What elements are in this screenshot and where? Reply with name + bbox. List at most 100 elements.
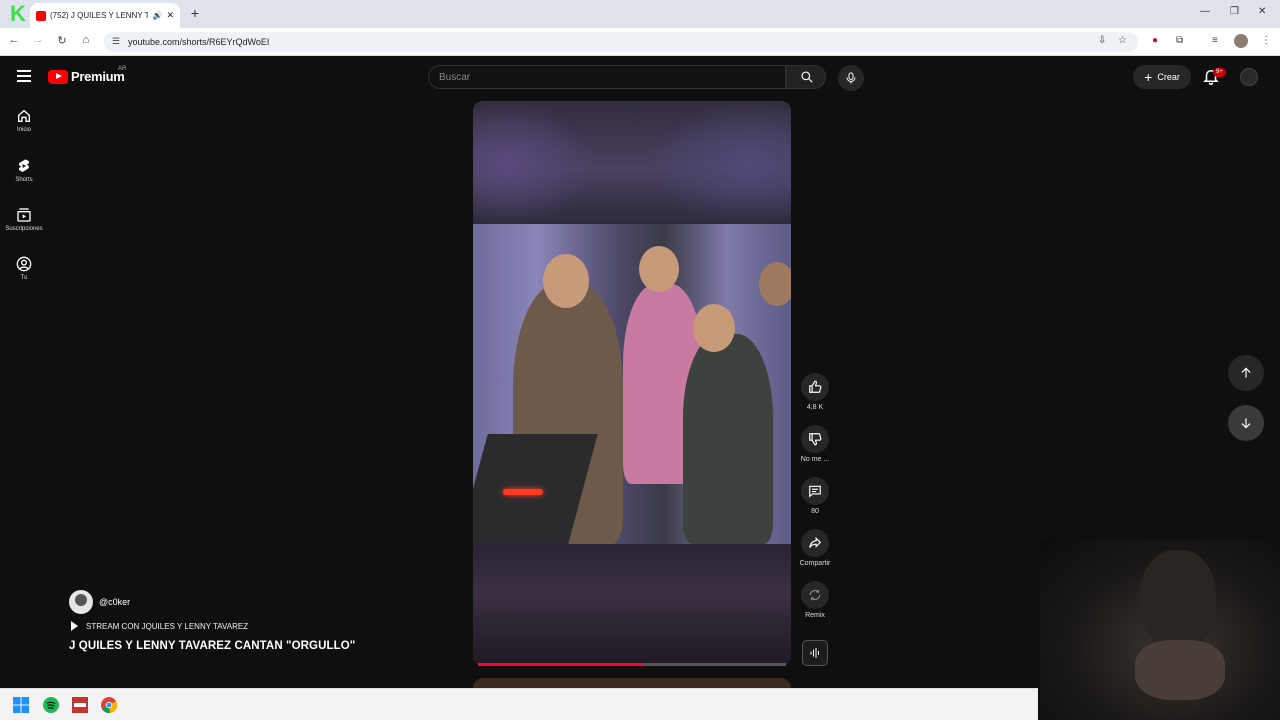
comments-action[interactable]: 80 [801,477,829,515]
rail-label: Inicio [16,127,31,133]
voice-search-button[interactable] [838,65,864,91]
chrome-icon[interactable] [101,697,117,713]
forward-icon[interactable]: → [30,34,46,46]
youtube-header: Premium AR + Crear 9+ [0,58,1280,98]
webcam-person [1140,550,1216,650]
rail-item-inicio[interactable]: Inicio [0,108,48,133]
video-blur-top [473,101,791,225]
search-input[interactable] [439,72,779,83]
media-control-icon[interactable]: ≡ [1212,35,1218,46]
install-icon[interactable]: ⇩ [1098,35,1106,46]
remix-icon [809,589,821,601]
region-code: AR [118,66,127,72]
site-info-icon[interactable]: ☰ [112,36,120,47]
you-icon [16,256,32,272]
rail-item-suscripciones[interactable]: Suscripciones [0,207,48,232]
app-icon[interactable] [72,697,88,713]
like-action[interactable]: 4,8 K [801,373,829,411]
person-center-head [639,246,679,292]
webcam-hand [1135,640,1225,700]
rail-label: Suscripciones [5,226,43,232]
share-icon [809,536,822,548]
create-button[interactable]: + Crear [1133,65,1191,89]
rail-label: Shorts [15,177,33,183]
bookmark-star-icon[interactable]: ☆ [1118,35,1127,46]
person-left-head [543,254,589,308]
home-browser-icon[interactable]: ⌂ [78,34,94,46]
remix-action[interactable]: Remix [801,581,829,619]
channel-info[interactable]: @c0ker [69,590,130,614]
next-short-button[interactable] [1228,405,1264,441]
close-tab-icon[interactable]: ✕ [166,10,174,21]
subscriptions-icon [17,208,31,222]
url-text: youtube.com/shorts/R6EYrQdWoEI [128,37,270,47]
new-tab-button[interactable]: + [187,5,203,21]
comments-button[interactable] [801,477,829,505]
back-icon[interactable]: ← [6,34,22,46]
home-icon [18,109,30,122]
address-bar: ← → ↻ ⌂ ☰ youtube.com/shorts/R6EYrQdWoEI… [0,28,1280,56]
stream-label: STREAM CON JQUILES Y LENNY TAVAREZ [86,621,249,631]
plus-icon: + [1144,69,1153,85]
video-title: J QUILES Y LENNY TAVAREZ CANTAN "ORGULLO… [69,640,356,652]
create-label: Crear [1157,72,1180,82]
extension-red-icon[interactable]: ● [1152,35,1158,46]
youtube-favicon-icon [36,10,46,21]
person-right-head [693,304,735,352]
video-progress-fill [478,663,645,666]
browser-tab[interactable]: (752) J QUILES Y LENNY TA 🔊 ✕ [30,3,180,28]
rail-item-shorts[interactable]: Shorts [0,158,48,183]
video-progress-bar[interactable] [478,663,786,666]
channel-handle[interactable]: @c0ker [99,597,130,607]
search-icon [801,71,813,83]
thumbs-down-icon [809,433,822,446]
windows-start-icon[interactable] [13,697,29,713]
previous-short-button[interactable] [1228,355,1264,391]
like-count: 4,8 K [806,404,824,411]
restore-icon[interactable]: ❐ [1230,6,1239,17]
video-blur-bottom [473,544,791,666]
shorts-icon [19,159,29,172]
hamburger-menu-icon[interactable] [17,70,31,82]
logo-text: Premium [71,69,125,84]
microphone-icon [846,72,856,84]
shorts-video-player[interactable] [473,101,791,666]
extensions-icon[interactable]: ⧉ [1176,35,1183,46]
reload-icon[interactable]: ↻ [54,34,70,47]
speaker-icon[interactable]: 🔊 [152,11,162,20]
omnibox[interactable]: ☰ youtube.com/shorts/R6EYrQdWoEI ⇩ ☆ [104,32,1138,52]
tab-title: (752) J QUILES Y LENNY TA [50,11,149,20]
browser-profile-avatar[interactable] [1234,34,1248,48]
channel-avatar[interactable] [69,590,93,614]
arrow-down-icon [1241,418,1251,429]
close-window-icon[interactable]: ✕ [1258,6,1266,17]
share-action[interactable]: Compartir [800,529,830,567]
dislike-label: No me ... [800,456,830,463]
menu-icon[interactable]: ⋮ [1261,35,1271,46]
rail-label: Tú [20,275,28,281]
minimize-icon[interactable]: — [1200,6,1210,17]
remix-label: Remix [805,612,825,619]
person-right [683,334,773,544]
audio-waveform-icon [810,648,819,658]
windows-taskbar [0,688,1038,720]
like-button[interactable] [801,373,829,401]
webcam-overlay [1040,540,1280,720]
spotify-icon[interactable] [43,697,59,713]
rail-item-tu[interactable]: Tú [0,256,48,281]
share-label: Compartir [799,560,831,567]
thumbs-up-icon [809,380,822,393]
browser-tab-bar: K (752) J QUILES Y LENNY TA 🔊 ✕ + — ❐ ✕ [0,0,1280,28]
youtube-logo[interactable]: Premium AR [48,66,127,84]
stream-link[interactable]: STREAM CON JQUILES Y LENNY TAVAREZ [71,621,248,631]
account-avatar[interactable] [1240,68,1258,86]
arrow-up-icon [1241,367,1251,378]
sound-button[interactable] [802,640,828,666]
studio-red-light [503,489,543,495]
search-button[interactable] [786,65,826,89]
notification-count-badge: 9+ [1213,68,1226,77]
dislike-action[interactable]: No me ... [801,425,829,463]
share-button[interactable] [801,529,829,557]
remix-button[interactable] [801,581,829,609]
dislike-button[interactable] [801,425,829,453]
